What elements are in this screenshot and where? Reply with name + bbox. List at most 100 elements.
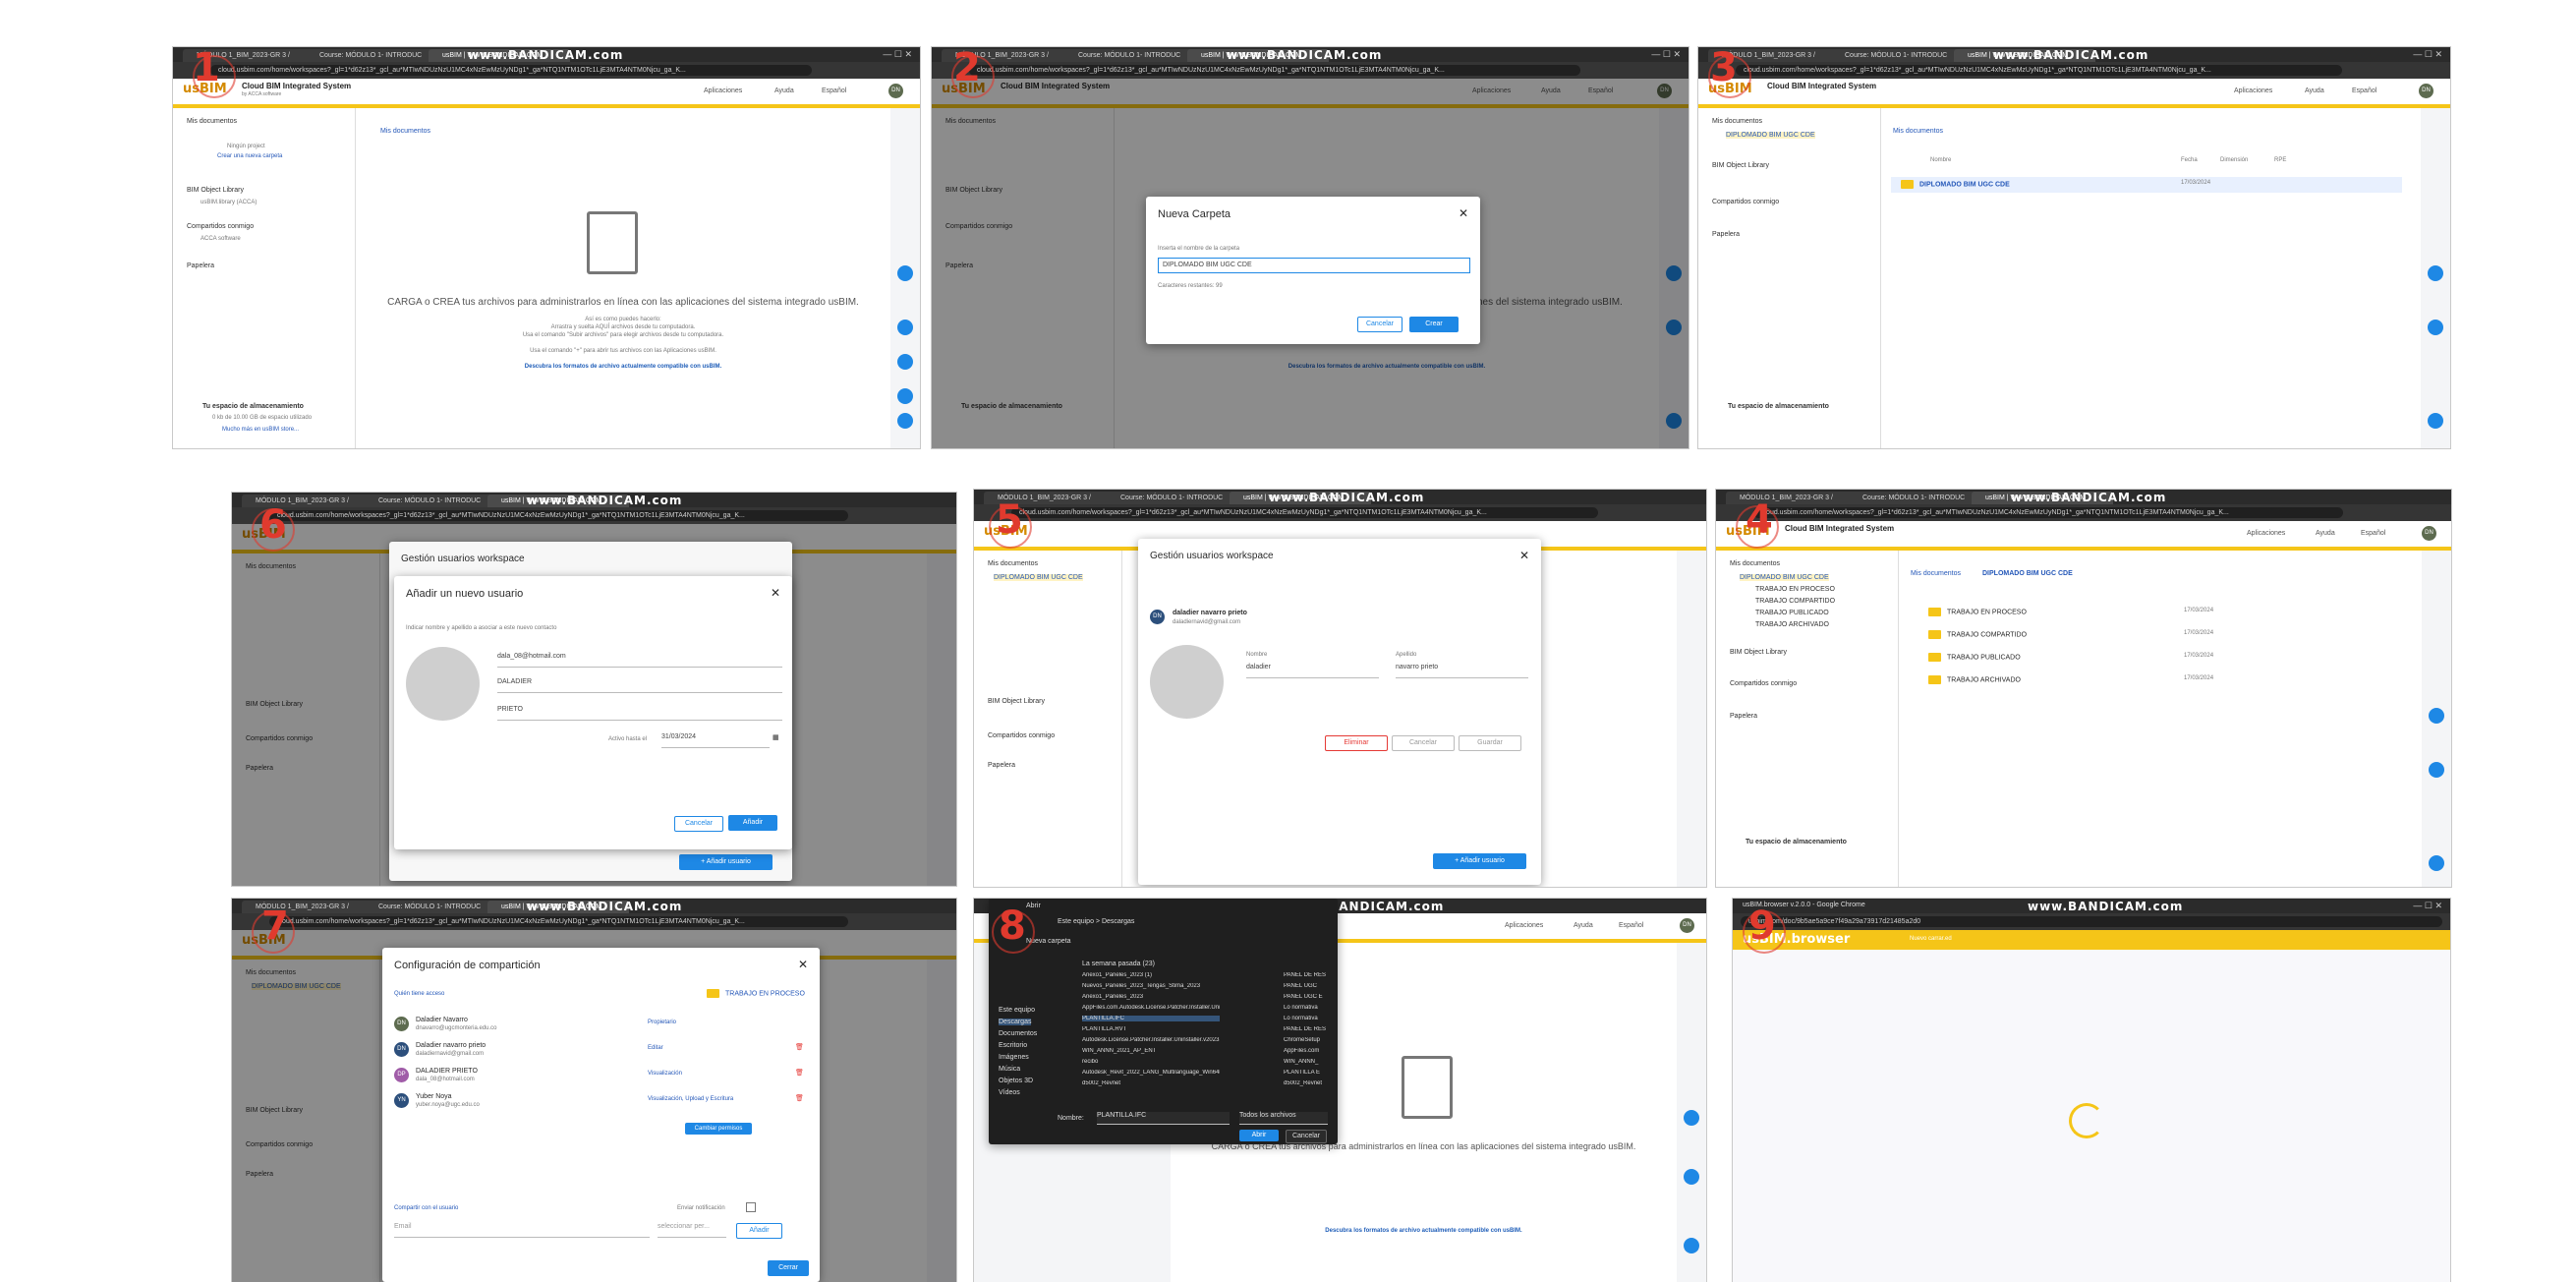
upload-icon[interactable] [1684,1169,1699,1185]
url-field[interactable]: cloud.usbim.com/home/workspaces?_gl=1*d6… [269,916,848,927]
nav-item[interactable]: Música [999,1066,1020,1073]
filename-input[interactable]: PLANTILLA.IFC [1097,1112,1230,1125]
language-menu[interactable]: Español [2352,87,2376,94]
file-item[interactable]: PANEL UGC E [1284,994,1333,1000]
sidebar-item-folder[interactable]: DIPLOMADO BIM UGC CDE [1740,574,1829,581]
window-controls[interactable]: — ☐ ✕ [1651,49,1681,60]
file-item[interactable]: PANEL DE RES [1284,972,1333,978]
share-icon[interactable] [897,265,913,281]
user-role[interactable]: Editar [648,1045,663,1051]
upload-icon[interactable] [2428,320,2443,335]
window-controls[interactable]: — ☐ ✕ [2413,901,2442,911]
formats-link[interactable]: Descubra los formatos de archivo actualm… [1171,1228,1677,1234]
sidebar-item-new-folder[interactable]: DIPLOMADO BIM UGC CDE [1726,132,1815,139]
folder-row[interactable]: TRABAJO ARCHIVADO [1928,675,2021,684]
file-item[interactable]: WIN_ANNN_ [1284,1059,1333,1065]
cloud-upload-icon[interactable] [897,413,913,429]
language-menu[interactable]: Español [1619,922,1643,929]
url-field[interactable]: cloud.usbim.com/home/workspaces?_gl=1*d6… [1736,65,2342,76]
cloud-upload-icon[interactable] [2429,855,2444,871]
notification-checkbox[interactable] [746,1202,756,1212]
apps-menu[interactable]: Aplicaciones [2247,530,2285,537]
add-button[interactable]: Añadir [736,1223,782,1239]
create-folder-link[interactable]: Crear una nueva carpeta [217,153,282,159]
sidebar-folder-1[interactable]: TRABAJO EN PROCESO [1755,586,1835,593]
sidebar-item-trash[interactable]: Papelera [187,262,214,269]
path-bar[interactable]: Este equipo > Descargas [1058,918,1134,925]
email-field[interactable]: dala_08@hotmail.com [497,653,782,668]
sidebar-item-shared[interactable]: Compartidos conmigo [187,223,254,230]
browser-tab[interactable]: Course: MÓDULO 1- INTRODUC [306,49,437,62]
browser-tab[interactable]: Course: MÓDULO 1- INTRODUC [1831,49,1963,62]
file-item[interactable]: PANEL DE RES [1284,1026,1333,1032]
nav-item[interactable]: Este equipo [999,1007,1035,1014]
window-controls[interactable]: — ☐ ✕ [883,49,912,60]
url-field[interactable]: cloud.usbim.com/home/workspaces?_gl=1*d6… [1011,507,1598,518]
shared-sub[interactable]: ACCA software [200,236,241,242]
browser-tab[interactable]: Course: MÓDULO 1- INTRODUC [1064,49,1196,62]
share-icon[interactable] [2428,265,2443,281]
sidebar-folder-3[interactable]: TRABAJO PUBLICADO [1755,610,1829,616]
column-rpe[interactable]: RPE [2274,157,2286,163]
bim-library-sub[interactable]: usBIM.library (ACCA) [200,200,257,205]
share-icon[interactable] [1684,1110,1699,1126]
file-item[interactable]: Nuevos_Paneles_2023_Tengas_Stima_2023 [1082,983,1220,989]
file-item[interactable]: Anexo1_Paneles_2023 (1) [1082,972,1220,978]
cancel-button[interactable]: Cancelar [1286,1130,1327,1143]
create-button[interactable]: Crear [1409,317,1459,332]
formats-link[interactable]: Descubra los formatos de archivo actualm… [356,364,890,370]
file-item[interactable]: Autodesk.License.Patcher.Installer.Unins… [1082,1037,1220,1043]
file-item[interactable]: d5002_Revnet [1284,1080,1333,1086]
column-size[interactable]: Dimensión [2220,157,2248,163]
breadcrumb-root[interactable]: Mis documentos [1911,570,1961,577]
folder-name-input[interactable]: DIPLOMADO BIM UGC CDE [1158,258,1470,273]
upload-icon[interactable] [2429,762,2444,778]
folder-row-name[interactable]: DIPLOMADO BIM UGC CDE [1901,180,2010,189]
user-avatar[interactable]: DN [1680,918,1694,933]
close-icon[interactable]: ✕ [1459,206,1468,220]
open-button[interactable]: Abrir [1239,1130,1279,1141]
sidebar-item-bim-library[interactable]: BIM Object Library [988,698,1045,705]
file-item[interactable]: PANEL UGC [1284,983,1333,989]
save-button[interactable]: Guardar [1459,735,1521,751]
file-item[interactable]: WIN_ANNN_2021_AP_ENT [1082,1048,1220,1054]
url-field[interactable]: cloud.usbim.com/home/workspaces?_gl=1*d6… [1753,507,2343,518]
user-avatar[interactable]: DN [2419,84,2433,98]
url-field[interactable]: cloud.usbim.com/home/workspaces?_gl=1*d6… [210,65,812,76]
browser-tab[interactable]: Course: MÓDULO 1- INTRODUC [365,495,496,507]
first-name-field[interactable]: daladier [1246,664,1379,678]
sidebar-item-bim-library[interactable]: BIM Object Library [1712,162,1769,169]
add-user-button[interactable]: + Añadir usuario [679,854,773,870]
url-field[interactable]: usbim.com/doc/9b5ae5a9ce7f49a29a73917d21… [1741,916,2442,927]
breadcrumb[interactable]: Mis documentos [380,128,430,135]
delete-icon[interactable]: 🗑 [795,1094,804,1102]
share-email-input[interactable]: Email [394,1223,650,1238]
sidebar-item-bim-library[interactable]: BIM Object Library [1730,649,1787,656]
active-until-date[interactable]: 31/03/2024 [661,733,770,748]
delete-button[interactable]: Eliminar [1325,735,1388,751]
store-link[interactable]: Mucho más en usBIM store... [222,427,299,433]
file-type-select[interactable]: Todos los archivos [1239,1112,1328,1125]
last-name-field[interactable]: navarro prieto [1396,664,1528,678]
first-name-field[interactable]: DALADIER [497,678,782,693]
cancel-button[interactable]: Cancelar [674,816,723,832]
breadcrumb-current[interactable]: DIPLOMADO BIM UGC CDE [1982,570,2073,577]
sidebar-item-bim-library[interactable]: BIM Object Library [187,187,244,194]
file-item[interactable]: AppFiles.com.Autodesk.License.Patcher.In… [1082,1005,1220,1011]
close-icon[interactable]: ✕ [771,586,780,600]
sidebar-item-trash[interactable]: Papelera [1712,231,1740,238]
close-icon[interactable]: ✕ [1519,549,1529,562]
apps-menu[interactable]: Aplicaciones [704,87,742,94]
user-avatar[interactable]: DN [888,84,903,98]
column-date[interactable]: Fecha [2181,157,2198,163]
user-role[interactable]: Propietario [648,1020,676,1025]
sidebar-folder-2[interactable]: TRABAJO COMPARTIDO [1755,598,1835,605]
file-item[interactable]: PLANTILLA.IFC [1082,1016,1220,1021]
browser-tab[interactable]: Course: MÓDULO 1- INTRODUC [1107,492,1238,504]
help-menu[interactable]: Ayuda [1574,922,1593,929]
cancel-button[interactable]: Cancelar [1392,735,1455,751]
help-menu[interactable]: Ayuda [2316,530,2335,537]
file-item[interactable]: Anexo1_Paneles_2023 [1082,994,1220,1000]
apps-menu[interactable]: Aplicaciones [1505,922,1543,929]
file-item[interactable]: AppFiles.com [1284,1048,1333,1054]
